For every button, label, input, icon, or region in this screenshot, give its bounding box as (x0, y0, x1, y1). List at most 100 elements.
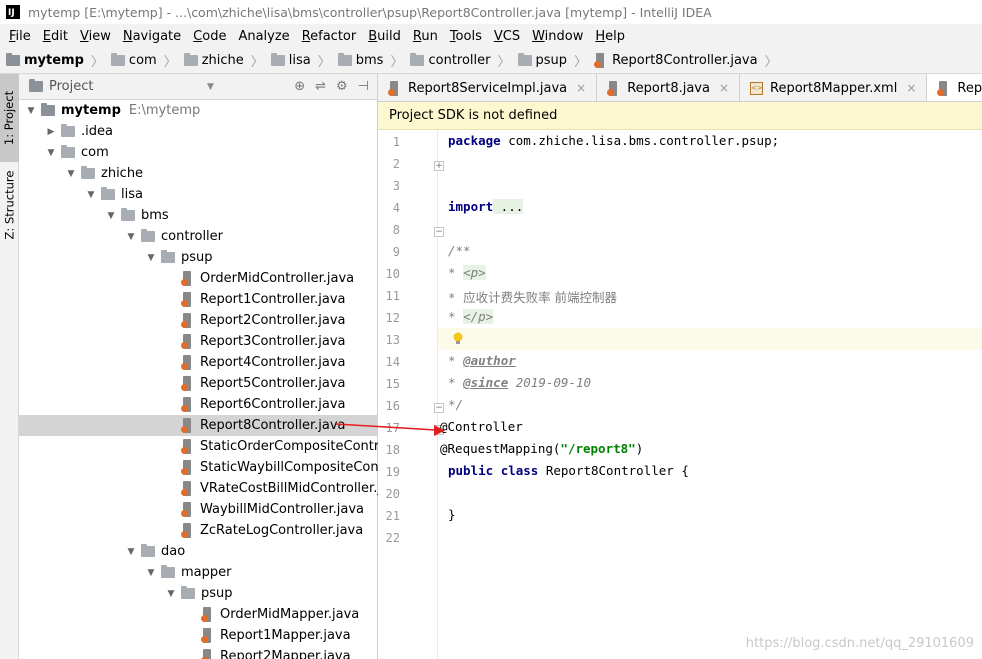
close-tab-icon[interactable]: × (719, 81, 729, 95)
locate-icon[interactable]: ⊕ (294, 79, 305, 94)
tree-folder-item[interactable]: controller (19, 226, 378, 247)
tree-file-item[interactable]: Report4Controller.java (19, 352, 378, 373)
breadcrumb-item[interactable]: zhiche (183, 53, 244, 68)
tree-file-item[interactable]: OrderMidMapper.java (19, 604, 378, 625)
hide-icon[interactable]: ⊣ (358, 79, 369, 94)
expand-arrow-icon[interactable] (105, 211, 117, 221)
tree-file-item[interactable]: Report2Controller.java (19, 310, 378, 331)
folder-icon (181, 586, 195, 599)
expand-arrow-icon[interactable] (25, 106, 37, 116)
menu-label: Analyze (238, 28, 290, 44)
tree-file-item[interactable]: VRateCostBillMidController.jav (19, 478, 378, 499)
editor-tab[interactable]: Report8ServiceImpl.java × (378, 74, 598, 101)
expand-arrow-icon[interactable] (65, 169, 77, 179)
tree-file-item[interactable]: Report8Controller.java (19, 415, 378, 436)
tree-folder-item[interactable]: psup (19, 247, 378, 268)
collapsed-imports[interactable]: ... (493, 199, 524, 214)
breadcrumb-item[interactable]: psup (517, 53, 567, 68)
project-panel-title[interactable]: Project (49, 79, 93, 94)
code-line: } (448, 507, 456, 522)
tree-folder-item[interactable]: com (19, 142, 378, 163)
tree-file-item[interactable]: StaticOrderCompositeControlle (19, 436, 378, 457)
collapse-arrow-icon[interactable] (45, 127, 57, 137)
tree-file-item[interactable]: WaybillMidController.java (19, 499, 378, 520)
tree-file-item[interactable]: StaticWaybillCompositeControl (19, 457, 378, 478)
expand-arrow-icon[interactable] (125, 547, 137, 557)
menu-refactor[interactable]: Refactor (296, 29, 363, 44)
java-file-icon (181, 460, 194, 475)
tree-item-label: WaybillMidController.java (200, 502, 364, 517)
tree-file-item[interactable]: Report1Controller.java (19, 289, 378, 310)
close-tab-icon[interactable]: × (576, 81, 586, 95)
breadcrumb-item[interactable]: bms (337, 53, 383, 68)
expand-arrow-icon[interactable] (85, 190, 97, 200)
settings-icon[interactable]: ⚙ (336, 79, 348, 94)
menu-vcs[interactable]: VCS (488, 29, 526, 44)
tree-folder-item[interactable]: zhiche (19, 163, 378, 184)
menu-tools[interactable]: Tools (444, 29, 488, 44)
tree-file-item[interactable]: OrderMidController.java (19, 268, 378, 289)
project-tree[interactable]: mytemp E:\mytemp .idea com zhiche lisa bms cont… (19, 100, 378, 659)
tree-file-item[interactable]: Report5Controller.java (19, 373, 378, 394)
tree-folder-item[interactable]: mytemp E:\mytemp (19, 100, 378, 121)
tree-file-item[interactable]: Report6Controller.java (19, 394, 378, 415)
breadcrumb-label: lisa (288, 53, 311, 68)
editor-tab[interactable]: <> Report8Mapper.xml × (740, 74, 928, 101)
paren-close: ) (635, 441, 644, 456)
lightbulb-icon[interactable] (452, 332, 464, 346)
view-dropdown-icon[interactable]: ▼ (207, 82, 214, 92)
expand-arrow-icon[interactable] (145, 568, 157, 578)
expand-arrow-icon[interactable] (165, 589, 177, 599)
menu-label: elp (605, 28, 626, 44)
sdk-warning-banner[interactable]: Project SDK is not defined (378, 102, 982, 130)
line-number: 14 (385, 355, 400, 369)
tool-tab-structure[interactable]: Z: Structure (0, 166, 19, 244)
tree-file-item[interactable]: Report1Mapper.java (19, 625, 378, 646)
java-file-icon (181, 481, 194, 496)
editor-tab[interactable]: Report8.java × (597, 74, 741, 101)
tree-folder-item[interactable]: psup (19, 583, 378, 604)
breadcrumb-item[interactable]: lisa (270, 53, 311, 68)
expand-arrow-icon[interactable] (45, 148, 57, 158)
menu-help[interactable]: Help (589, 29, 631, 44)
tree-folder-item[interactable]: mapper (19, 562, 378, 583)
tree-item-label: psup (181, 250, 213, 265)
tree-folder-item[interactable]: bms (19, 205, 378, 226)
expand-arrow-icon[interactable] (145, 253, 157, 263)
tree-file-item[interactable]: Report3Controller.java (19, 331, 378, 352)
line-number: 3 (392, 179, 400, 193)
collapse-icon[interactable]: ⇌ (315, 79, 326, 94)
line-number: 15 (385, 377, 400, 391)
editor-tab[interactable]: Report8Controlle (927, 74, 982, 101)
tool-tab-project[interactable]: 1: Project (0, 74, 19, 162)
tree-file-item[interactable]: Report2Mapper.java (19, 646, 378, 659)
breadcrumb-item[interactable]: com (110, 53, 157, 68)
breadcrumb-item[interactable]: Report8Controller.java (594, 53, 758, 68)
tree-folder-item[interactable]: .idea (19, 121, 378, 142)
menu-view[interactable]: View (74, 29, 117, 44)
tree-folder-item[interactable]: dao (19, 541, 378, 562)
close-tab-icon[interactable]: × (906, 81, 916, 95)
request-mapping-annotation: @RequestMapping( (440, 441, 561, 456)
menu-file[interactable]: File (3, 29, 37, 44)
javadoc-since-tag: @since (463, 375, 509, 390)
code-line: */ (448, 397, 463, 412)
java-file-icon (181, 292, 194, 307)
project-panel-toolbar: ⊕ ⇌ ⚙ ⊣ (294, 79, 369, 94)
menu-edit[interactable]: Edit (37, 29, 74, 44)
code-area[interactable]: package com.zhiche.lisa.bms.controller.p… (438, 130, 982, 659)
menu-window[interactable]: Window (526, 29, 589, 44)
breadcrumb-item[interactable]: controller (410, 53, 491, 68)
line-number: 16 (385, 399, 400, 413)
menu-run[interactable]: Run (407, 29, 444, 44)
menu-code[interactable]: Code (187, 29, 232, 44)
line-number: 8 (392, 223, 400, 237)
tree-file-item[interactable]: ZcRateLogController.java (19, 520, 378, 541)
expand-arrow-icon[interactable] (125, 232, 137, 242)
menu-navigate[interactable]: Navigate (117, 29, 187, 44)
menu-analyze[interactable]: Analyze (232, 29, 295, 44)
tree-folder-item[interactable]: lisa (19, 184, 378, 205)
menu-build[interactable]: Build (362, 29, 407, 44)
breadcrumb-item[interactable]: mytemp (6, 53, 84, 68)
breadcrumb-label: com (128, 53, 157, 68)
